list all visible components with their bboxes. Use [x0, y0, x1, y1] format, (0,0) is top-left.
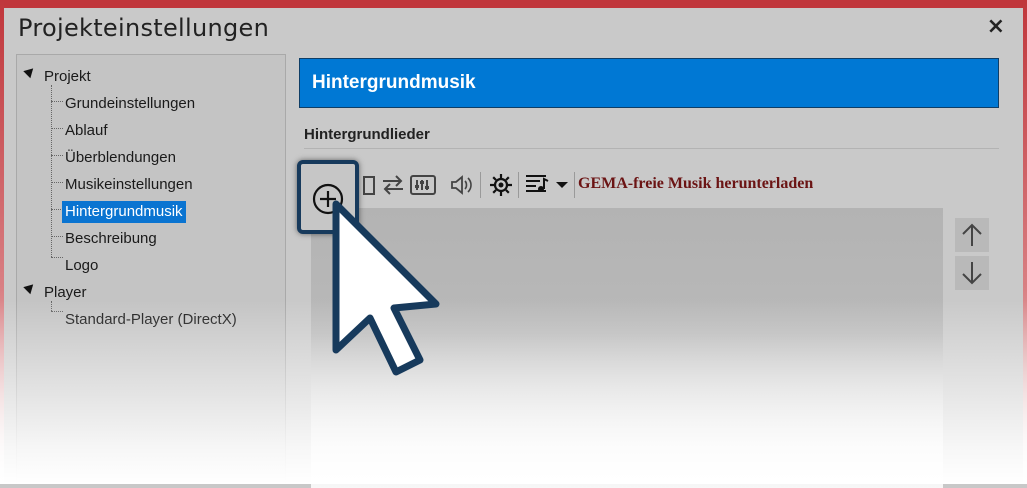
tree-item-label: Hintergrundmusik [62, 201, 186, 223]
collapse-triangle-icon[interactable] [23, 64, 37, 79]
tree-item-hintergrundmusik[interactable]: Hintergrundmusik [62, 200, 186, 224]
tree-item-label: Projekt [44, 68, 91, 85]
delete-icon[interactable] [356, 172, 382, 198]
toolbar-separator [574, 172, 575, 198]
tree-item-beschreibung[interactable]: Beschreibung [62, 227, 160, 251]
tree-item-label: Player [44, 284, 87, 301]
arrow-down-icon [962, 262, 982, 285]
swap-arrows-icon[interactable] [380, 172, 406, 198]
tree-item-ueberblendungen[interactable]: Überblendungen [62, 146, 179, 170]
panel-header-title: Hintergrundmusik [312, 72, 476, 93]
tree-item-label: Ablauf [65, 122, 108, 139]
title-bar: Projekteinstellungen × [4, 8, 1023, 48]
tree-item-label: Musikeinstellungen [65, 176, 193, 193]
move-down-button[interactable] [955, 256, 989, 290]
tree-connector [51, 301, 52, 311]
tree-item-player[interactable]: Player [41, 281, 90, 305]
collapse-triangle-icon[interactable] [23, 280, 37, 295]
panel-header: Hintergrundmusik [299, 58, 999, 108]
tree-item-label: Beschreibung [65, 230, 157, 247]
speaker-icon[interactable] [448, 172, 474, 198]
tree-item-grundeinstellungen[interactable]: Grundeinstellungen [62, 92, 198, 116]
tree-item-ablauf[interactable]: Ablauf [62, 119, 111, 143]
tree-item-standard-player[interactable]: Standard-Player (DirectX) [62, 308, 240, 332]
mixer-icon[interactable] [410, 172, 436, 198]
tree-item-musikeinstellungen[interactable]: Musikeinstellungen [62, 173, 196, 197]
tree-item-label: Standard-Player (DirectX) [65, 311, 237, 328]
toolbar-separator [480, 172, 481, 198]
settings-tree: Projekt Grundeinstellungen Ablauf Überbl… [16, 54, 286, 484]
toolbar-separator [518, 172, 519, 198]
move-up-button[interactable] [955, 218, 989, 252]
tree-connector [51, 85, 52, 257]
tree-item-label: Überblendungen [65, 149, 176, 166]
tree-item-label: Logo [65, 257, 99, 274]
close-icon[interactable]: × [987, 14, 1005, 39]
music-toolbar: GEMA-freie Musik herunterladen [300, 168, 1000, 202]
window-frame-top [0, 0, 1027, 8]
music-list-icon[interactable] [524, 172, 572, 198]
mouse-pointer-icon [332, 200, 440, 376]
gema-download-link[interactable]: GEMA-freie Musik herunterladen [578, 175, 813, 193]
section-label: Hintergrundlieder [304, 126, 430, 143]
window-frame-right [1023, 0, 1027, 484]
tree-item-projekt[interactable]: Projekt [41, 65, 94, 89]
arrow-up-icon [962, 223, 982, 246]
tree-item-label: Grundeinstellungen [65, 95, 196, 112]
gear-icon[interactable] [488, 172, 514, 198]
dialog-title: Projekteinstellungen [18, 14, 270, 42]
section-divider [304, 148, 999, 149]
tree-item-logo[interactable]: Logo [62, 254, 101, 278]
